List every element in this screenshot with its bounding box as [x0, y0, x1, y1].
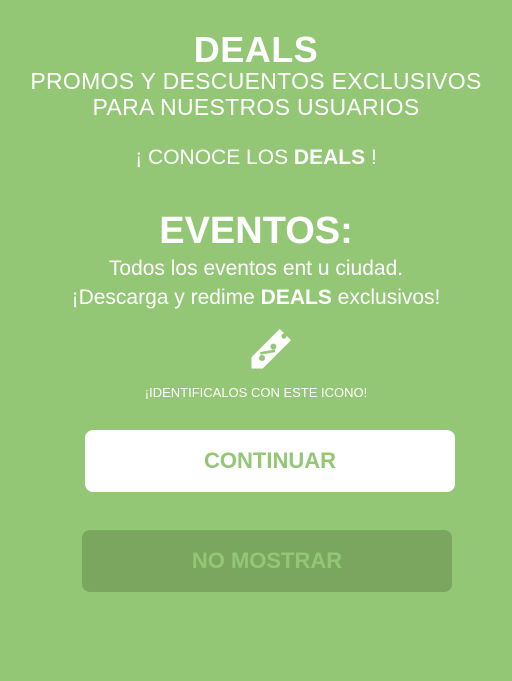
conoce-deals-text: ¡ CONOCE LOS DEALS !	[0, 145, 512, 171]
eventos-line2-suffix: exclusivos!	[331, 286, 441, 309]
conoce-suffix: !	[365, 146, 377, 169]
deals-title: DEALS	[193, 29, 319, 70]
eventos-line-2: ¡Descarga y redime DEALS exclusivos!	[0, 285, 512, 311]
subtitle-line-1: PROMOS Y DESCUENTOS EXCLUSIVOS	[30, 68, 482, 94]
eventos-line2-highlight: DEALS	[260, 286, 332, 309]
eventos-line-1: Todos los eventos ent u ciudad.	[108, 257, 404, 280]
continue-button[interactable]: CONTINUAR	[85, 430, 455, 492]
subtitle-line-2: PARA NUESTROS USUARIOS	[92, 94, 420, 120]
discount-tag-icon	[240, 327, 294, 379]
eventos-title: EVENTOS:	[159, 210, 353, 252]
conoce-prefix: ¡ CONOCE LOS	[135, 146, 294, 169]
identify-icon-text: ¡IDENTIFICALOS CON ESTE ICONO!	[144, 385, 368, 400]
deals-subtitle: PROMOS Y DESCUENTOS EXCLUSIVOS PARA NUES…	[0, 68, 512, 120]
no-show-button[interactable]: NO MOSTRAR	[82, 530, 452, 592]
eventos-line2-prefix: ¡Descarga y redime	[71, 286, 261, 309]
conoce-highlight: DEALS	[293, 146, 366, 169]
